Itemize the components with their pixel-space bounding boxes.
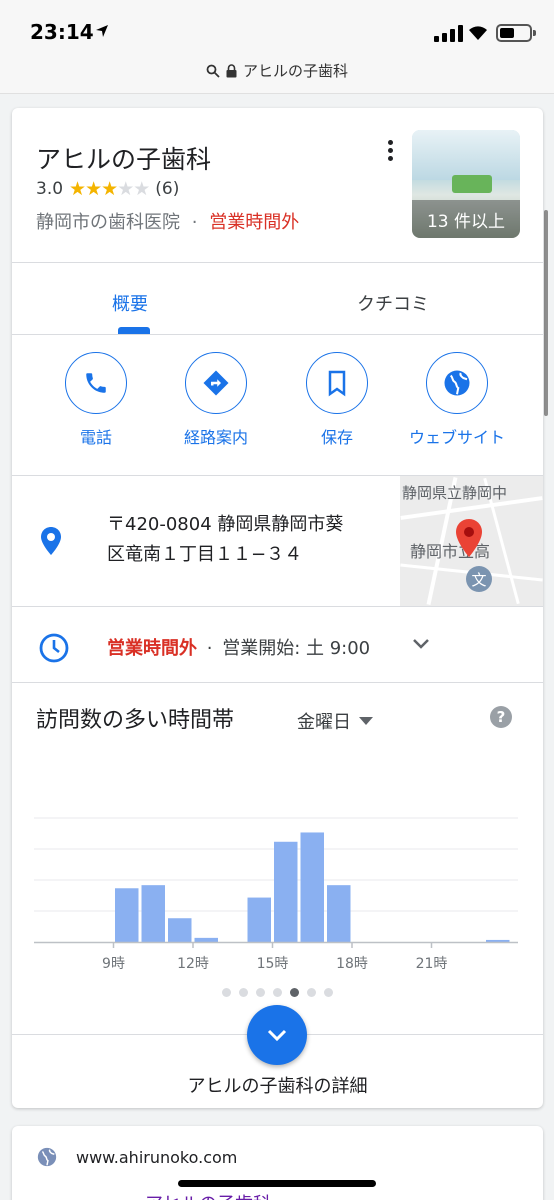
star-empty-icon: ★ (117, 178, 134, 200)
x-tick-label: 9時 (102, 956, 125, 972)
bar-23[interactable] (486, 939, 510, 942)
call-button[interactable]: 電話 (41, 352, 151, 448)
expand-details-button[interactable] (247, 1005, 307, 1065)
map-thumbnail[interactable]: 静岡県立静岡中 静岡市立高 文 (400, 476, 543, 606)
tab-reviews[interactable]: クチコミ (357, 290, 429, 316)
scrollbar[interactable] (544, 210, 548, 416)
more-options-icon[interactable] (382, 140, 398, 164)
help-icon[interactable]: ? (490, 706, 512, 728)
star-filled-icon: ★ (69, 178, 86, 200)
bookmark-icon (328, 370, 346, 397)
separator: · (191, 212, 198, 233)
category-row: 静岡市の歯科医院 · 営業時間外 (36, 208, 299, 234)
carousel-dot[interactable] (324, 988, 333, 997)
x-tick-label: 15時 (257, 956, 289, 972)
rating-stars: ★ ★ ★ ★ ★ (69, 178, 150, 200)
website-card[interactable]: www.ahirunoko.com (12, 1126, 543, 1200)
lock-icon (226, 63, 237, 77)
carousel-dot[interactable] (239, 988, 248, 997)
review-count: (6) (155, 179, 180, 199)
bar-14[interactable] (247, 897, 272, 942)
bar-17[interactable] (327, 885, 351, 942)
hours-separator: · (206, 638, 213, 659)
open-status: 営業時間外 (209, 212, 300, 233)
star-filled-icon: ★ (85, 178, 102, 200)
url-bar[interactable]: アヒルの子歯科 (0, 48, 554, 94)
rating-row[interactable]: 3.0 ★ ★ ★ ★ ★ (6) (36, 178, 179, 200)
chevron-down-icon[interactable] (412, 638, 430, 650)
x-tick-label: 12時 (177, 956, 209, 972)
x-tick-label: 21時 (416, 956, 448, 972)
carousel-dot[interactable] (222, 988, 231, 997)
star-empty-icon: ★ (133, 178, 150, 200)
carousel-dot[interactable] (273, 988, 282, 997)
call-label: 電話 (79, 428, 112, 447)
save-label: 保存 (320, 428, 353, 447)
carousel-dot[interactable] (307, 988, 316, 997)
url-text: アヒルの子歯科 (242, 62, 348, 80)
day-dropdown[interactable]: 金曜日 (297, 708, 373, 734)
website-label: ウェブサイト (408, 428, 505, 447)
directions-button[interactable]: 経路案内 (161, 352, 271, 448)
directions-label: 経路案内 (183, 428, 248, 447)
active-tab-indicator (118, 327, 150, 334)
divider (12, 682, 543, 683)
carousel-dots[interactable] (222, 988, 333, 997)
save-button[interactable]: 保存 (282, 352, 392, 448)
bar-9[interactable] (115, 888, 139, 942)
status-time: 23:14 (30, 20, 94, 44)
address-line-2: 区竜南１丁目１１−３４ (107, 544, 303, 565)
hours-status: 営業時間外 (107, 638, 197, 659)
divider (12, 606, 543, 607)
hours-next-open: 営業開始: 土 9:00 (222, 638, 371, 659)
website-button[interactable]: ウェブサイト (402, 352, 512, 448)
popular-times-chart[interactable]: 9時 12時 15時 18時 21時 (12, 798, 543, 978)
category: 静岡市の歯科医院 (36, 212, 180, 233)
bar-15[interactable] (274, 841, 298, 942)
divider (12, 262, 543, 263)
tab-overview[interactable]: 概要 (112, 290, 148, 316)
location-arrow-icon (96, 25, 108, 37)
popular-times-title: 訪問数の多い時間帯 (36, 708, 235, 733)
school-icon: 文 (466, 566, 492, 592)
divider (12, 334, 543, 335)
star-filled-icon: ★ (101, 178, 118, 200)
details-link[interactable]: アヒルの子歯科の詳細 (12, 1072, 543, 1098)
carousel-dot[interactable] (290, 988, 299, 997)
address[interactable]: 〒420-0804 静岡県静岡市葵 区竜南１丁目１１−３４ (107, 510, 387, 570)
wifi-icon (469, 26, 487, 40)
map-marker-icon (456, 519, 482, 557)
day-dropdown-value: 金曜日 (297, 712, 351, 733)
search-icon (206, 64, 220, 78)
directions-icon (203, 370, 229, 396)
x-tick-label: 18時 (336, 956, 368, 972)
map-label-1: 静岡県立静岡中 (402, 484, 508, 502)
hours-row[interactable]: 営業時間外 · 営業開始: 土 9:00 (107, 634, 370, 660)
photo-thumbnail[interactable]: 13 件以上 (412, 130, 520, 238)
cellular-signal-icon (434, 24, 463, 42)
bar-12[interactable] (194, 937, 219, 942)
rating-value: 3.0 (36, 179, 64, 199)
website-favicon-icon (37, 1147, 57, 1167)
bar-11[interactable] (168, 918, 192, 942)
result-title-link[interactable]: アヒルの子歯科 (145, 1190, 271, 1200)
phone-icon (86, 373, 106, 393)
battery-icon (496, 24, 536, 42)
business-card: アヒルの子歯科 3.0 ★ ★ ★ ★ ★ (6) 静岡市の歯科医院 · 営業時間外 1… (12, 108, 543, 1108)
bar-16[interactable] (300, 832, 325, 942)
photo-count-label: 13 件以上 (412, 200, 520, 238)
address-line-1: 〒420-0804 静岡県静岡市葵 (107, 514, 344, 535)
clock-icon (39, 633, 69, 663)
business-name: アヒルの子歯科 (36, 145, 212, 174)
chevron-down-icon (267, 1029, 287, 1041)
bar-10[interactable] (141, 885, 166, 942)
globe-icon (444, 370, 470, 396)
website-url[interactable]: www.ahirunoko.com (76, 1148, 237, 1167)
home-indicator[interactable] (178, 1180, 376, 1187)
location-pin-icon (41, 527, 61, 555)
dropdown-arrow-icon (359, 717, 373, 725)
carousel-dot[interactable] (256, 988, 265, 997)
